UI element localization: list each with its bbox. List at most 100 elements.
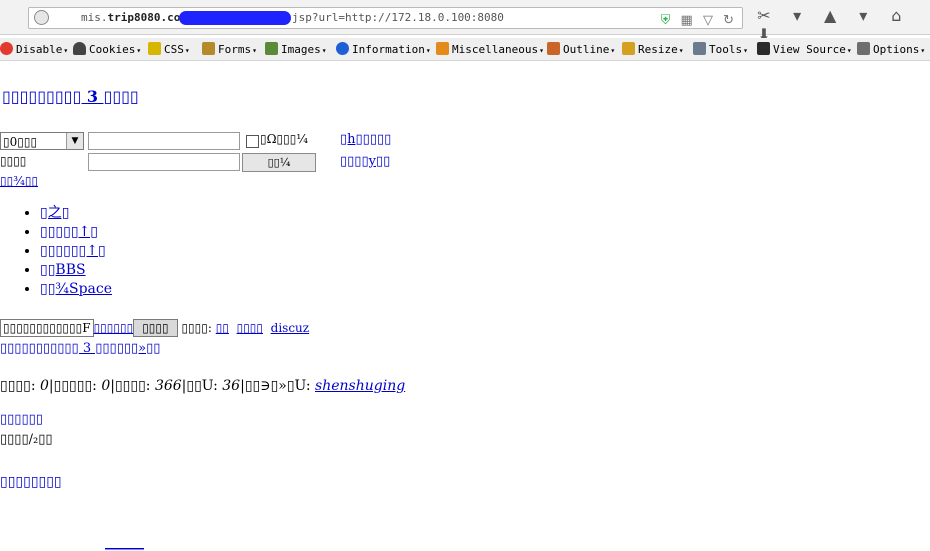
section-text-2: ▯▯▯▯/₂▯▯: [0, 432, 53, 447]
stats-value-a: 0: [39, 378, 49, 394]
nav-link-space[interactable]: ▯▯¾Space: [40, 281, 112, 297]
toolbar-cookies-label: Cookies: [89, 43, 136, 56]
shield-icon[interactable]: ⛨: [661, 13, 671, 28]
toolbar-miscellaneous[interactable]: Miscellaneous▾: [436, 42, 544, 56]
nav-list: ▯之▯ ▯▯▯▯▯↑▯ ▯▯▯▯▯▯↑▯ ▯▯BBS ▯▯¾Space: [22, 204, 112, 299]
toolbar-options[interactable]: Options▾: [857, 42, 925, 56]
page-title-link[interactable]: ▯▯▯▯▯▯▯▯▯ 3 ▯▯▯▯: [2, 87, 139, 106]
toolbar-resize-label: Resize: [638, 43, 678, 56]
info-line-link[interactable]: ▯▯▯▯▯▯▯▯▯▯▯ 3 ▯▯▯▯▯▯»▯▯: [0, 341, 160, 356]
stats-value-b: 0: [101, 378, 111, 394]
stats-label-e: ▯▯∋▯»▯U:: [244, 378, 316, 394]
toolbar-css[interactable]: CSS▾: [148, 42, 190, 56]
url-text: mis.trip8080.com: [81, 11, 187, 24]
tabs-extra-link[interactable]: ▯▯▯▯▯▯: [94, 321, 134, 335]
search-type-value: ▯0▯▯▯: [3, 135, 38, 149]
stats-label-d: ▯▯U:: [186, 378, 223, 394]
toolbar-forms[interactable]: Forms▾: [202, 42, 257, 56]
toolbar-resize[interactable]: Resize▾: [622, 42, 684, 56]
checkbox-label: ▯Ω▯▯▯¼: [260, 132, 308, 146]
newest-member-link[interactable]: shenshuging: [315, 378, 405, 394]
tab-a[interactable]: ▯▯▯▯▯▯▯▯▯▯▯▯F: [0, 319, 94, 337]
reload-icon[interactable]: ↻: [723, 13, 734, 28]
toolbar-tools[interactable]: Tools▾: [693, 42, 748, 56]
chevron-down-icon[interactable]: ▼: [66, 133, 83, 149]
toolbar-disable[interactable]: Disable▾: [0, 42, 68, 56]
section-link-3[interactable]: ▯▯▯▯▯▯▯▯: [0, 474, 62, 490]
tab-b-button[interactable]: ▯▯▯▯: [133, 319, 178, 337]
toolbar-information[interactable]: Information▾: [336, 42, 431, 56]
forum-stats: ▯▯▯▯: 0|▯▯▯▯▯: 0|▯▯▯▯: 366|▯▯U: 36|▯▯∋▯»…: [0, 378, 406, 394]
toolbar-tools-label: Tools: [709, 43, 743, 56]
search-button[interactable]: ▯▯¼: [242, 153, 316, 172]
info-icon: [336, 42, 349, 55]
list-item: ▯▯▯▯▯↑▯: [40, 223, 112, 242]
discuz-link[interactable]: discuz: [271, 321, 309, 335]
list-item: ▯之▯: [40, 204, 112, 223]
outline-icon: [547, 42, 560, 55]
addon-icon[interactable]: ▲: [816, 6, 844, 25]
address-field[interactable]: mis.trip8080.com jsp?url=http://172.18.0…: [28, 7, 743, 29]
nav-link-1[interactable]: ▯之▯: [40, 205, 69, 221]
toolbar-outline[interactable]: Outline▾: [547, 42, 615, 56]
toolbar-images-label: Images: [281, 43, 321, 56]
list-item: ▯▯¾Space: [40, 280, 112, 299]
url-field-icons: ⛨ ▦ ▽ ↻: [655, 11, 734, 31]
stats-value-d: 36: [222, 378, 241, 394]
forms-icon: [202, 42, 215, 55]
web-developer-toolbar: Disable▾ Cookies▾ CSS▾ Forms▾ Images▾ In…: [0, 38, 930, 61]
tools-icon: [693, 42, 706, 55]
stats-value-c: 366: [154, 378, 182, 394]
stats-label-b: ▯▯▯▯▯:: [53, 378, 102, 394]
toolbar-forms-label: Forms: [218, 43, 252, 56]
url-redaction: [179, 11, 291, 25]
nav-link-2[interactable]: ▯▯▯▯▯↑▯: [40, 224, 98, 240]
nav-link-3[interactable]: ▯▯▯▯▯▯↑▯: [40, 243, 106, 259]
page-content: ▯▯▯▯▯▯▯▯▯ 3 ▯▯▯▯ ▯0▯▯▯ ▼ ▯Ω▯▯▯¼ ▯h▯▯▯▯▯ …: [0, 60, 930, 551]
toolbar-options-label: Options: [873, 43, 920, 56]
advanced-search-link[interactable]: ▯h▯▯▯▯▯: [340, 132, 391, 147]
options-icon: [857, 42, 870, 55]
search-type-select[interactable]: ▯0▯▯▯ ▼: [0, 132, 84, 150]
menu-dropdown-icon-2[interactable]: ▾: [849, 6, 877, 25]
extension-icon[interactable]: ✂: [750, 6, 778, 25]
toolbar-view-source-label: View Source: [773, 43, 846, 56]
second-field-label: ▯▯▯▯: [0, 154, 27, 168]
section-link-1[interactable]: ▯▯▯▯▯▯: [0, 412, 43, 427]
toolbar-cookies[interactable]: Cookies▾: [73, 42, 141, 56]
toolbar-outline-label: Outline: [563, 43, 610, 56]
menu-dropdown-icon[interactable]: ▾: [783, 6, 811, 25]
browser-url-bar: mis.trip8080.com jsp?url=http://172.18.0…: [0, 0, 930, 44]
tab-row: ▯▯▯▯▯▯▯▯▯▯▯▯F ▯▯▯▯▯▯ ▯▯▯▯ ▯▯▯▯: ▯▯ ▯▯▯▯ di…: [0, 319, 309, 337]
powered-link-2[interactable]: ▯▯▯▯: [237, 321, 263, 335]
disable-icon: [0, 42, 13, 55]
css-icon: [148, 42, 161, 55]
bottom-link[interactable]: ______: [105, 536, 144, 551]
nav-link-bbs[interactable]: ▯▯BBS: [40, 262, 86, 278]
powered-by-label: ▯▯▯▯:: [181, 321, 216, 335]
secondary-link[interactable]: ▯▯▯▯y▯▯: [340, 154, 390, 169]
cookies-icon: [73, 42, 86, 55]
powered-link-1[interactable]: ▯▯: [216, 321, 229, 335]
search-checkbox[interactable]: [246, 135, 259, 148]
tertiary-link[interactable]: ▯▯¾▯▯: [0, 174, 38, 188]
images-icon: [265, 42, 278, 55]
url-path: jsp?url=http://172.18.0.100:8080: [292, 11, 504, 24]
resize-icon: [622, 42, 635, 55]
newest-member-name: shenshuging: [315, 378, 406, 394]
toolbar-miscellaneous-label: Miscellaneous: [452, 43, 539, 56]
dropdown-arrow-icon[interactable]: ▽: [703, 13, 713, 28]
qr-code-icon[interactable]: ▦: [681, 13, 693, 28]
stats-label-c: ▯▯▯▯:: [114, 378, 155, 394]
toolbar-images[interactable]: Images▾: [265, 42, 327, 56]
toolbar-information-label: Information: [352, 43, 425, 56]
toolbar-css-label: CSS: [164, 43, 184, 56]
list-item: ▯▯▯▯▯▯↑▯: [40, 242, 112, 261]
globe-icon: [34, 10, 49, 25]
stats-label-a: ▯▯▯▯:: [0, 378, 40, 394]
home-icon[interactable]: ⌂: [882, 6, 910, 25]
misc-icon: [436, 42, 449, 55]
search-input[interactable]: [88, 132, 240, 150]
second-input[interactable]: [88, 153, 240, 171]
toolbar-view-source[interactable]: View Source▾: [757, 42, 852, 56]
